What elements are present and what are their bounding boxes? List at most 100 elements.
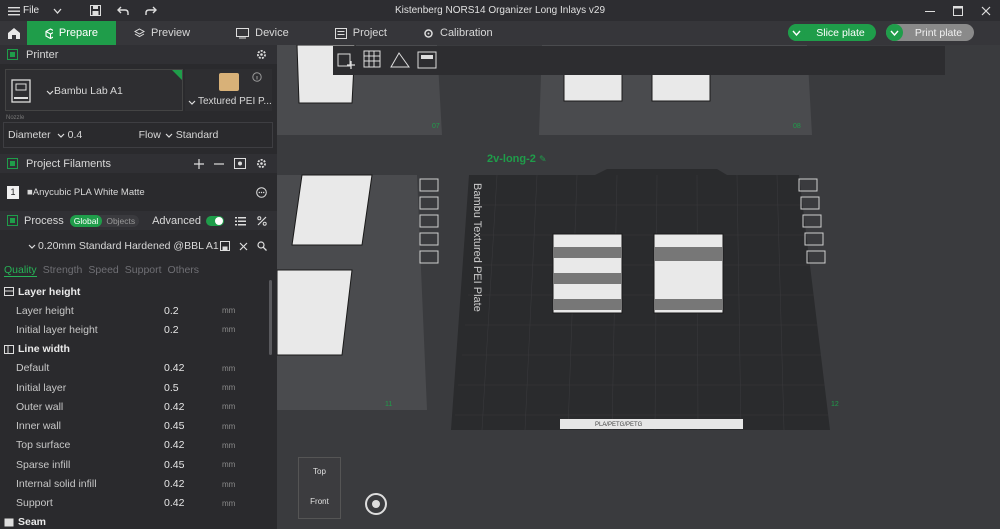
setting-label: Internal solid infill: [16, 478, 97, 491]
tab-preview[interactable]: Preview: [116, 21, 208, 45]
slice-plate-button[interactable]: Slice plate: [788, 24, 876, 41]
line-width-icon: [4, 344, 14, 354]
tab-others[interactable]: Others: [168, 264, 200, 277]
filament-index-badge: 1: [7, 185, 19, 199]
tab-calibration-label: Calibration: [440, 27, 493, 39]
plate-texture-text: Bambu Textured PEI Plate: [471, 183, 483, 312]
process-preset-select[interactable]: 0.20mm Standard Hardened @BBL A1: [0, 236, 277, 256]
setting-label: Sparse infill: [16, 458, 71, 471]
tab-device[interactable]: Device: [208, 21, 307, 45]
close-icon: [981, 6, 991, 15]
setting-label: Layer height: [16, 304, 74, 317]
minimize-icon: [925, 10, 935, 12]
view-cube[interactable]: Top Front: [298, 457, 341, 519]
add-filament-icon[interactable]: [194, 158, 204, 169]
slice-dropdown-icon[interactable]: [788, 24, 805, 41]
plate-name-label[interactable]: 2v-long-2 ✎: [487, 153, 547, 165]
info-icon[interactable]: [252, 72, 262, 82]
setting-value-input[interactable]: 0.2: [164, 305, 222, 317]
remove-filament-icon[interactable]: [214, 159, 224, 169]
process-tabs: Quality Strength Speed Support Others: [4, 264, 199, 277]
setting-value-input[interactable]: 0.45: [164, 459, 222, 471]
filament-settings-gear-icon[interactable]: [256, 158, 267, 169]
orientation-gizmo-icon[interactable]: [363, 491, 389, 517]
tab-quality[interactable]: Quality: [4, 264, 37, 277]
print-plate-label: Print plate: [914, 26, 963, 39]
advanced-toggle[interactable]: [206, 215, 224, 226]
advanced-label: Advanced: [152, 214, 201, 227]
filaments-section-header: Project Filaments: [0, 154, 277, 173]
process-preset-name: 0.20mm Standard Hardened @BBL A1: [38, 240, 219, 252]
plate-type-select[interactable]: Textured PEI P...: [185, 69, 272, 111]
tab-prepare[interactable]: Prepare: [27, 21, 116, 45]
printer-settings-gear-icon[interactable]: [256, 49, 267, 60]
add-plate-icon[interactable]: [362, 49, 384, 71]
search-icon[interactable]: [257, 241, 267, 251]
diameter-value: 0.4: [67, 129, 83, 141]
filament-item[interactable]: 1 ■Anycubic PLA White Matte: [0, 180, 277, 204]
tab-support[interactable]: Support: [125, 264, 162, 277]
hamburger-icon: [8, 6, 20, 16]
tab-strength[interactable]: Strength: [43, 264, 83, 277]
close-button[interactable]: [972, 0, 1000, 21]
setting-value-input[interactable]: 0.42: [164, 497, 222, 509]
percent-icon[interactable]: [257, 215, 267, 226]
setting-value-input[interactable]: 0.45: [164, 420, 222, 432]
view-cube-front[interactable]: Front: [299, 497, 340, 506]
save-button[interactable]: [90, 5, 102, 16]
undo-button[interactable]: [117, 6, 129, 16]
save-preset-icon[interactable]: [220, 241, 230, 251]
add-object-icon[interactable]: [335, 49, 357, 71]
diameter-select[interactable]: 0.4: [57, 129, 139, 141]
view-cube-top[interactable]: Top: [299, 467, 340, 476]
scope-global[interactable]: Global: [69, 214, 103, 227]
maximize-button[interactable]: [944, 0, 972, 21]
slice-plate-label: Slice plate: [816, 26, 865, 39]
setting-row: Default 0.42 mm: [0, 359, 268, 378]
file-menu-dropdown[interactable]: [53, 8, 62, 14]
sync-filament-icon[interactable]: [234, 158, 246, 169]
setting-value-input[interactable]: 0.2: [164, 324, 222, 336]
scope-objects[interactable]: Objects: [102, 216, 139, 226]
delete-preset-icon[interactable]: [239, 242, 248, 251]
file-menu[interactable]: File: [8, 5, 39, 16]
home-icon: [7, 27, 20, 39]
filament-section-icon: [7, 158, 18, 169]
tab-preview-label: Preview: [151, 27, 191, 39]
setting-value-input[interactable]: 0.42: [164, 478, 222, 490]
plate-footer-bar: [560, 419, 743, 429]
more-options-icon[interactable]: [256, 186, 267, 198]
chevron-down-icon: [28, 244, 36, 249]
3d-viewport[interactable]: 2v-long-2 ✎ Bambu Textured PEI Plate PLA…: [277, 45, 1000, 529]
edit-plate-name-icon[interactable]: ✎: [539, 154, 547, 164]
save-icon: [90, 5, 102, 16]
setting-value-input[interactable]: 0.42: [164, 362, 222, 374]
home-button[interactable]: [0, 21, 27, 45]
setting-label: Outer wall: [16, 400, 64, 413]
setting-value-input[interactable]: 0.5: [164, 382, 222, 394]
tab-calibration[interactable]: Calibration: [405, 21, 511, 45]
settings-scrollbar[interactable]: [269, 280, 272, 355]
process-section-header: Process Global Objects Advanced: [0, 211, 277, 230]
process-section-icon: [7, 215, 18, 226]
flow-select[interactable]: Standard: [165, 129, 218, 141]
setting-value-input[interactable]: 0.42: [164, 439, 222, 451]
plate-footer-label: PLA/PETG/PETG: [595, 422, 642, 428]
auto-orient-icon[interactable]: [389, 49, 411, 71]
arrange-icon[interactable]: [416, 49, 438, 71]
printer-select[interactable]: Bambu Lab A1: [5, 69, 183, 111]
printer-icon: [11, 79, 31, 103]
tab-project[interactable]: Project: [307, 21, 405, 45]
minimize-button[interactable]: [916, 0, 944, 21]
tab-speed[interactable]: Speed: [88, 264, 118, 277]
setting-unit: mm: [222, 498, 236, 508]
settings-list: Layer height Layer height 0.2 mm Initial l…: [0, 282, 268, 529]
group-title: Layer height: [18, 285, 81, 298]
print-dropdown-icon[interactable]: [886, 24, 903, 41]
redo-button[interactable]: [145, 6, 158, 16]
layer-height-icon: [4, 287, 14, 296]
setting-value-input[interactable]: 0.42: [164, 401, 222, 413]
list-icon[interactable]: [235, 216, 246, 226]
group-title: Seam: [18, 516, 47, 529]
print-plate-button[interactable]: Print plate: [886, 24, 974, 41]
